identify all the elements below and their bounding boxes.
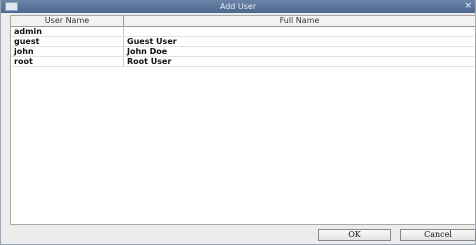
close-icon[interactable]: × — [464, 0, 472, 13]
column-header-user-name[interactable]: User Name — [11, 16, 124, 26]
add-user-dialog: Add User × User Name Full Name admin gue… — [0, 0, 476, 245]
title-bar[interactable]: Add User × — [1, 0, 475, 13]
cell-full-name — [124, 27, 475, 36]
cell-full-name: John Doe — [127, 47, 168, 56]
table-row[interactable]: guest Guest User — [11, 37, 475, 47]
cell-user-name: john — [11, 47, 124, 56]
table-header: User Name Full Name — [11, 16, 475, 27]
cell-user-name: guest — [11, 37, 124, 46]
cell-user-name: root — [11, 57, 124, 66]
table-row[interactable]: admin — [11, 27, 475, 37]
users-table[interactable]: User Name Full Name admin guest Guest Us… — [10, 15, 476, 225]
cell-full-name: Guest User — [127, 37, 177, 46]
cancel-button[interactable]: Cancel — [400, 229, 476, 241]
cell-user-name: admin — [11, 27, 124, 36]
window-title: Add User — [219, 2, 257, 11]
table-row[interactable]: john John Doe — [11, 47, 475, 57]
ok-button[interactable]: OK — [318, 229, 391, 241]
table-row[interactable]: root Root User — [11, 57, 475, 67]
cell-full-name: Root User — [127, 57, 172, 66]
column-header-full-name[interactable]: Full Name — [124, 16, 475, 26]
